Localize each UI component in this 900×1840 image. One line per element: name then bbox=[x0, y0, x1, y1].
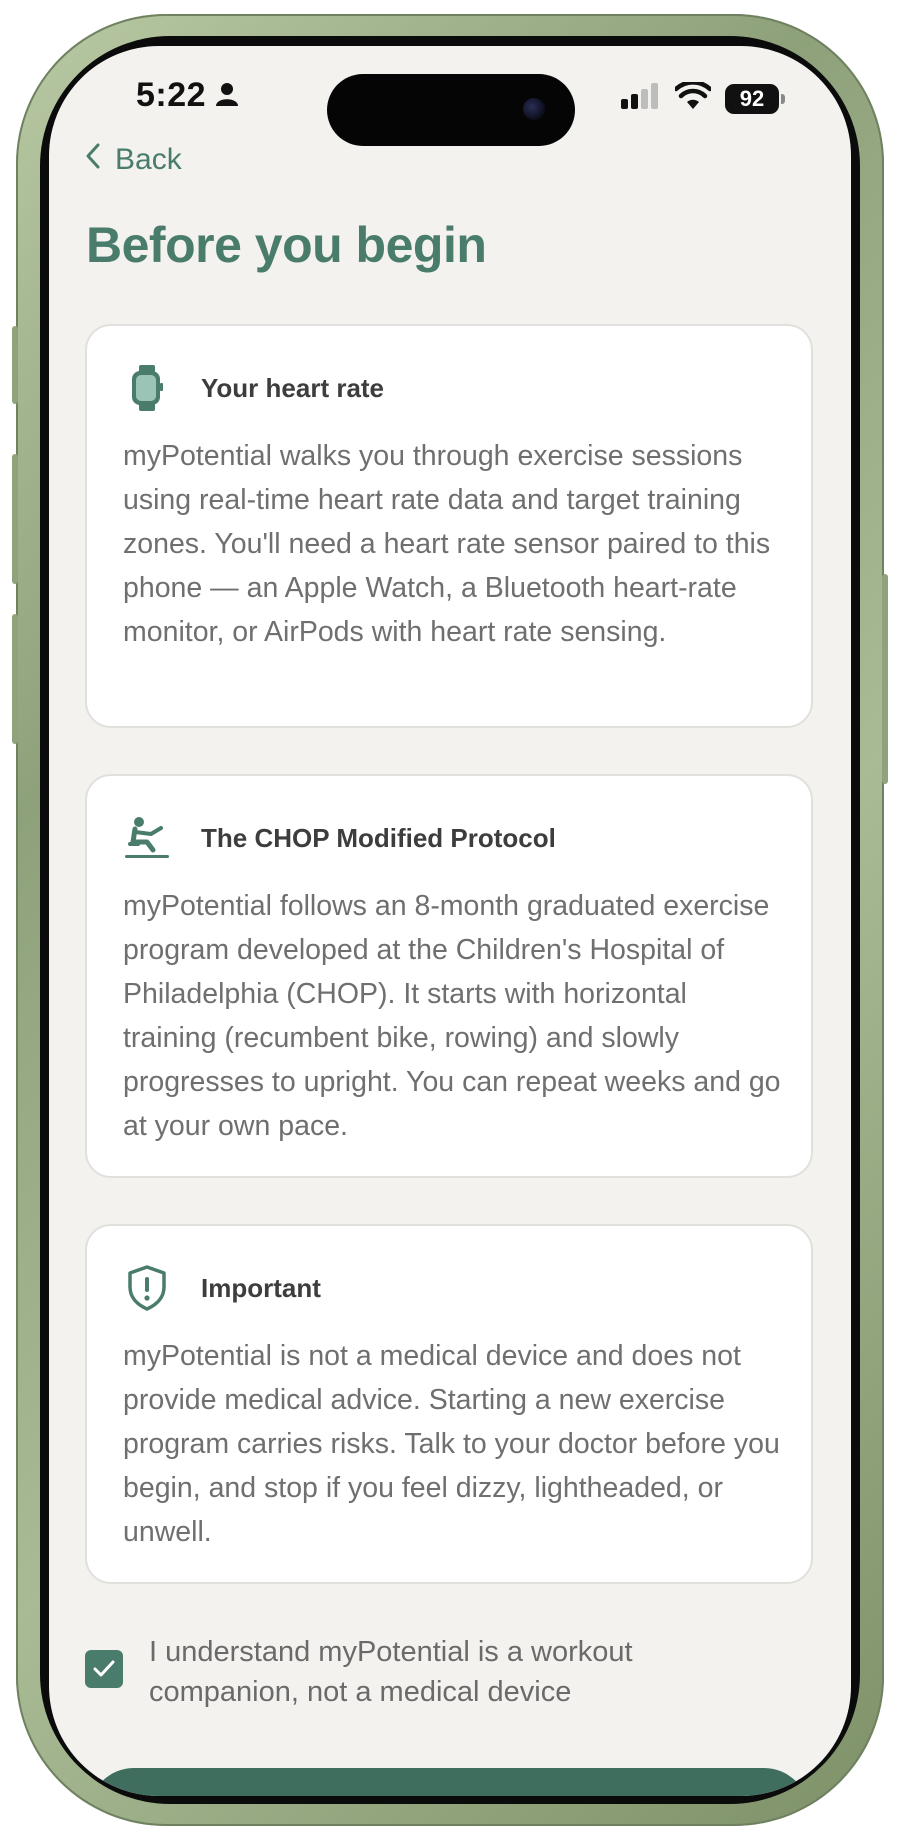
battery-indicator: 92 bbox=[725, 83, 785, 114]
important-card: Important myPotential is not a medical d… bbox=[85, 1224, 813, 1584]
camera-lens bbox=[523, 98, 545, 120]
card-header: Important bbox=[123, 1264, 321, 1312]
app-screen: 5:22 92 Back Before you begin Your heart… bbox=[49, 46, 851, 1796]
dynamic-island bbox=[327, 74, 575, 146]
acknowledgement-checkbox[interactable] bbox=[85, 1650, 123, 1688]
continue-button[interactable] bbox=[89, 1768, 809, 1796]
back-button[interactable]: Back bbox=[85, 142, 182, 178]
card-header: Your heart rate bbox=[123, 364, 384, 412]
status-bar-indicators: 92 bbox=[621, 80, 785, 115]
card-body: myPotential walks you through exercise s… bbox=[123, 440, 771, 648]
heart-rate-card: Your heart rate myPotential walks you th… bbox=[85, 324, 813, 728]
card-body: myPotential is not a medical device and … bbox=[123, 1340, 780, 1548]
shield-alert-icon bbox=[123, 1264, 171, 1312]
power-button bbox=[882, 574, 888, 784]
card-header: The CHOP Modified Protocol bbox=[123, 814, 556, 862]
clock-text: 5:22 bbox=[136, 76, 207, 114]
acknowledgement-checkbox-row[interactable]: I understand myPotential is a workout co… bbox=[85, 1632, 689, 1712]
signal-icon bbox=[621, 83, 661, 114]
card-title: The CHOP Modified Protocol bbox=[201, 822, 556, 853]
checkmark-icon bbox=[93, 1660, 115, 1677]
card-title: Important bbox=[201, 1272, 321, 1303]
rowing-icon bbox=[123, 814, 171, 862]
watch-icon bbox=[123, 364, 171, 412]
protocol-card: The CHOP Modified Protocol myPotential f… bbox=[85, 774, 813, 1178]
card-title: Your heart rate bbox=[201, 372, 385, 403]
volume-up-button bbox=[12, 454, 18, 584]
person-icon bbox=[216, 76, 239, 115]
acknowledgement-label: I understand myPotential is a workout co… bbox=[149, 1636, 633, 1708]
side-button bbox=[12, 326, 18, 404]
wifi-icon bbox=[673, 80, 713, 115]
card-body: myPotential follows an 8-month graduated… bbox=[123, 890, 781, 1142]
chevron-left-icon bbox=[85, 142, 101, 178]
page-title: Before you begin bbox=[86, 217, 487, 273]
volume-down-button bbox=[12, 614, 18, 744]
back-label: Back bbox=[115, 143, 182, 176]
status-bar-time: 5:22 bbox=[136, 76, 239, 115]
